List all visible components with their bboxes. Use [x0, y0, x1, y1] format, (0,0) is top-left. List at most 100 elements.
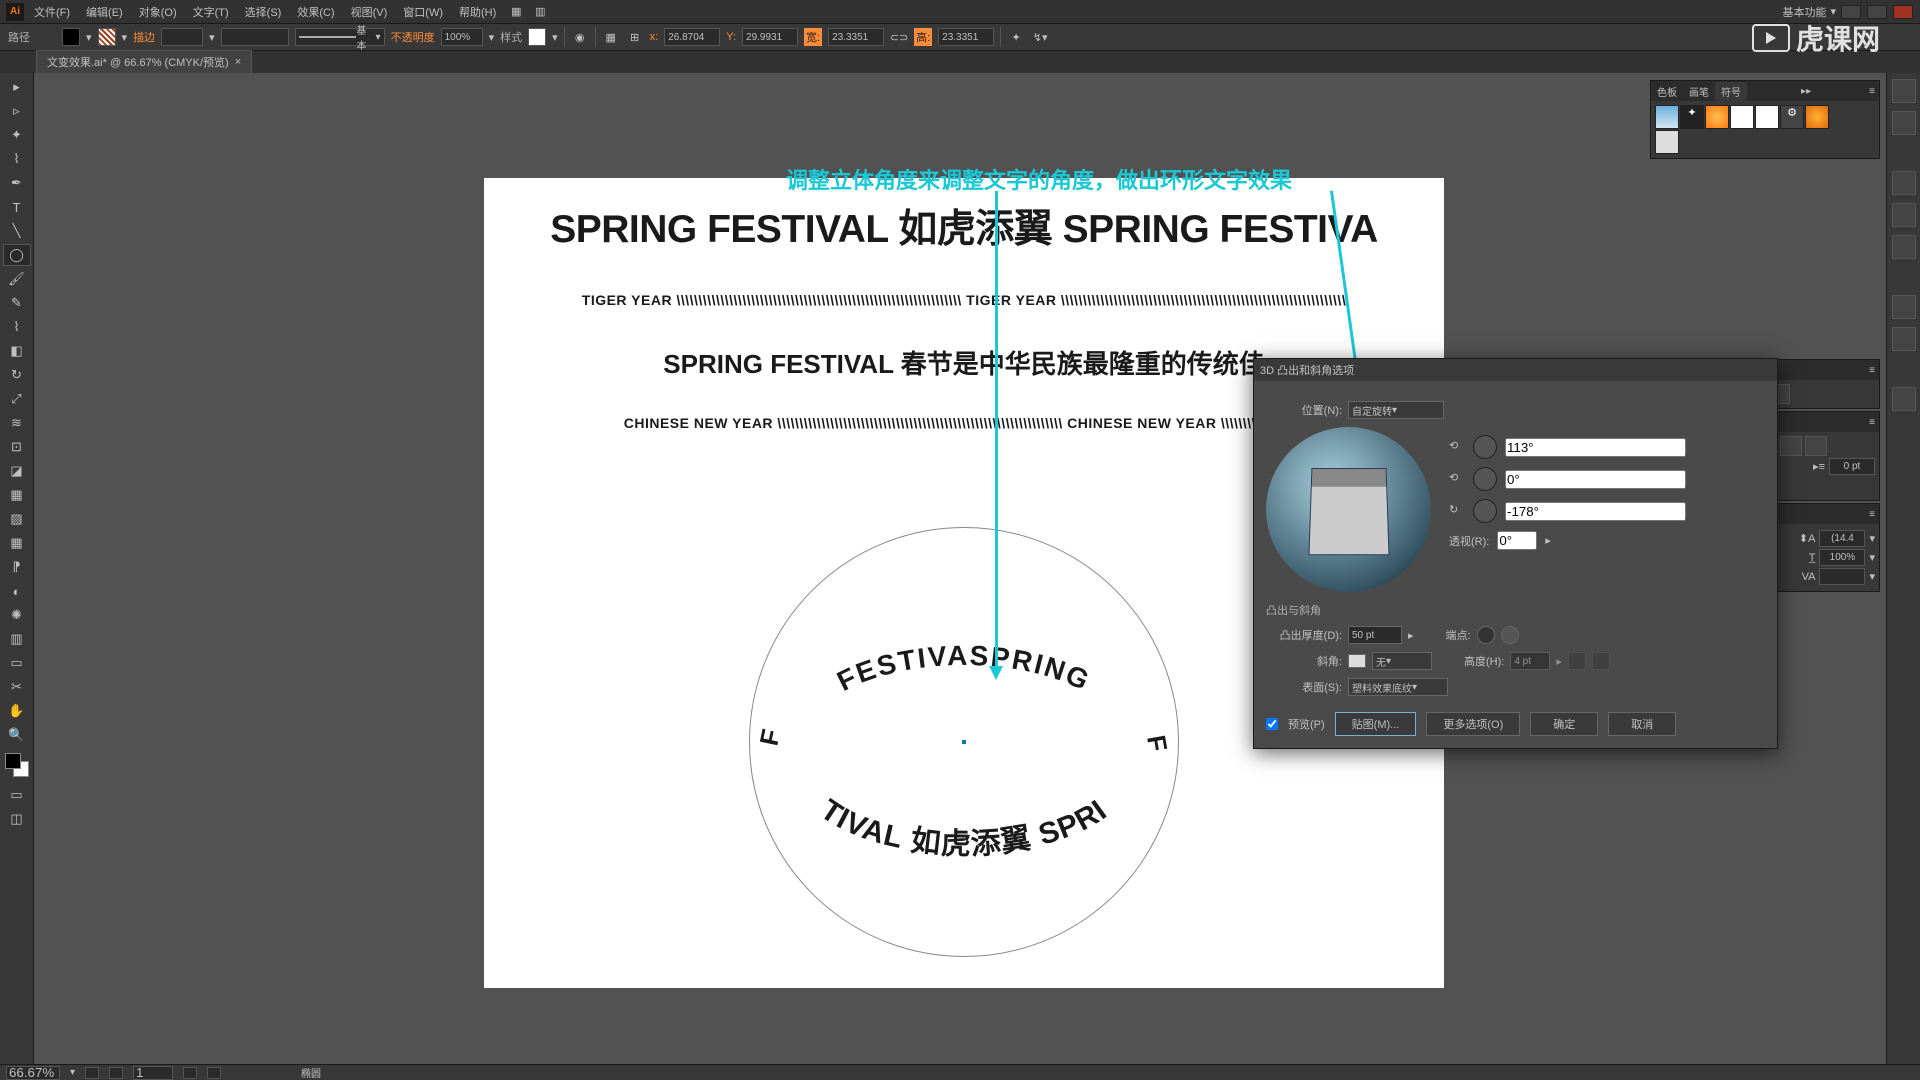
menu-help[interactable]: 帮助(H): [453, 2, 502, 22]
prev-artboard-button[interactable]: [109, 1067, 123, 1079]
fill-swatch[interactable]: [62, 28, 80, 46]
lasso-tool[interactable]: ⌇: [3, 148, 31, 170]
eyedropper-tool[interactable]: ⁋: [3, 556, 31, 578]
perspective-input[interactable]: [1497, 531, 1537, 550]
rotate-z-input[interactable]: [1505, 502, 1686, 521]
x-input[interactable]: [664, 28, 720, 46]
panel-collapse-icon[interactable]: ▸▸: [1797, 86, 1815, 97]
symbol-swatch[interactable]: [1705, 105, 1729, 129]
preview-checkbox[interactable]: [1266, 718, 1278, 730]
dock-layers-icon[interactable]: [1892, 387, 1916, 411]
column-graph-tool[interactable]: ▥: [3, 628, 31, 650]
opacity-dropdown-icon[interactable]: ▾: [489, 31, 495, 44]
draw-mode-tool[interactable]: ◫: [3, 808, 31, 830]
dialog-title[interactable]: 3D 凸出和斜角选项: [1254, 359, 1777, 381]
para-justify-all-icon[interactable]: [1805, 436, 1827, 456]
rotation-preview-cube[interactable]: [1308, 468, 1389, 555]
stepper-icon[interactable]: ▾: [1869, 551, 1875, 564]
stepper-icon[interactable]: ▾: [1869, 570, 1875, 583]
screen-mode-tool[interactable]: ▭: [3, 784, 31, 806]
menu-object[interactable]: 对象(O): [133, 2, 183, 22]
document-tab[interactable]: 文变效果.ai* @ 66.67% (CMYK/预览) ×: [36, 50, 252, 73]
eraser-tool[interactable]: ◧: [3, 340, 31, 362]
symbol-swatch[interactable]: [1655, 105, 1679, 129]
more-options-button[interactable]: 更多选项(O): [1426, 712, 1520, 736]
pen-tool[interactable]: ✒: [3, 172, 31, 194]
edit-icon[interactable]: ↯▾: [1031, 28, 1049, 46]
line-tool[interactable]: ╲: [3, 220, 31, 242]
blend-tool[interactable]: ◐: [3, 580, 31, 602]
menu-file[interactable]: 文件(F): [28, 2, 76, 22]
symbol-swatch[interactable]: ✦: [1680, 105, 1704, 129]
maximize-button[interactable]: [1867, 5, 1887, 19]
rotate-tool[interactable]: ↻: [3, 364, 31, 386]
stroke-swatch[interactable]: [98, 28, 116, 46]
perspective-tool[interactable]: ▦: [3, 484, 31, 506]
zoom-input[interactable]: [6, 1066, 60, 1080]
dock-transparency-icon[interactable]: [1892, 235, 1916, 259]
next-artboard-button[interactable]: [183, 1067, 197, 1079]
indent-right-input[interactable]: [1829, 458, 1875, 475]
type-tool[interactable]: T: [3, 196, 31, 218]
extrude-depth-input[interactable]: [1348, 626, 1402, 644]
opacity-label[interactable]: 不透明度: [391, 29, 435, 45]
stroke-label[interactable]: 描边: [133, 29, 155, 45]
menu-window[interactable]: 窗口(W): [397, 2, 449, 22]
ok-button[interactable]: 确定: [1530, 712, 1598, 736]
mesh-tool[interactable]: ▨: [3, 508, 31, 530]
pencil-tool[interactable]: ✎: [3, 292, 31, 314]
link-wh-icon[interactable]: ⊂⊃: [890, 28, 908, 46]
perspective-slider-icon[interactable]: ▸: [1545, 534, 1551, 547]
transform-icon[interactable]: ⊞: [626, 28, 644, 46]
brush-dropdown[interactable]: [221, 28, 289, 46]
scale-tool[interactable]: ⤢: [3, 388, 31, 410]
menu-type[interactable]: 文字(T): [187, 2, 235, 22]
search-icon[interactable]: ▾: [1830, 5, 1836, 18]
magic-wand-tool[interactable]: ✦: [3, 124, 31, 146]
rotate-y-input[interactable]: [1505, 470, 1686, 489]
rotation-preview-sphere[interactable]: [1266, 427, 1431, 592]
dock-graphic-styles-icon[interactable]: [1892, 327, 1916, 351]
dock-stroke-icon[interactable]: [1892, 171, 1916, 195]
extrude-slider-icon[interactable]: ▸: [1408, 629, 1414, 642]
blob-brush-tool[interactable]: ⌇: [3, 316, 31, 338]
symbol-swatch[interactable]: [1755, 105, 1779, 129]
artboard-tool[interactable]: ▭: [3, 652, 31, 674]
menu-effect[interactable]: 效果(C): [291, 2, 340, 22]
fill-color-icon[interactable]: [5, 753, 21, 769]
leading-input[interactable]: [1819, 530, 1865, 547]
bevel-dropdown[interactable]: 无 ▾: [1372, 652, 1432, 670]
menu-view[interactable]: 视图(V): [345, 2, 394, 22]
rotate-y-dial[interactable]: [1473, 467, 1497, 491]
close-tab-icon[interactable]: ×: [235, 56, 241, 68]
shape-builder-tool[interactable]: ◪: [3, 460, 31, 482]
swatches-tab[interactable]: 色板: [1651, 82, 1683, 101]
menu-select[interactable]: 选择(S): [239, 2, 288, 22]
tracking-input[interactable]: [1819, 568, 1865, 585]
dock-color-icon[interactable]: [1892, 79, 1916, 103]
panel-menu-icon[interactable]: ≡: [1865, 509, 1879, 520]
symbol-sprayer-tool[interactable]: ✺: [3, 604, 31, 626]
arrange-icon[interactable]: ▥: [530, 2, 550, 22]
y-input[interactable]: [742, 28, 798, 46]
hand-tool[interactable]: ✋: [3, 700, 31, 722]
surface-dropdown[interactable]: 塑料效果底纹 ▾: [1348, 678, 1448, 696]
h-input[interactable]: [938, 28, 994, 46]
brushes-tab[interactable]: 画笔: [1683, 82, 1715, 101]
position-dropdown[interactable]: 自定旋转 ▾: [1348, 401, 1444, 419]
fill-dropdown-icon[interactable]: ▾: [86, 31, 92, 44]
layout-icon[interactable]: ▦: [506, 2, 526, 22]
gradient-tool[interactable]: ▦: [3, 532, 31, 554]
symbols-tab[interactable]: 符号: [1715, 82, 1747, 101]
fill-stroke-swatches[interactable]: [5, 753, 29, 777]
paintbrush-tool[interactable]: 🖌: [3, 268, 31, 290]
symbol-swatch[interactable]: [1730, 105, 1754, 129]
stroke-stepper-icon[interactable]: ▾: [209, 31, 215, 44]
dock-color-guide-icon[interactable]: [1892, 111, 1916, 135]
dock-appearance-icon[interactable]: [1892, 295, 1916, 319]
stroke-dropdown-icon[interactable]: ▾: [122, 31, 128, 44]
free-transform-tool[interactable]: ⊡: [3, 436, 31, 458]
rotate-x-dial[interactable]: [1473, 435, 1497, 459]
last-artboard-button[interactable]: [207, 1067, 221, 1079]
first-artboard-button[interactable]: [85, 1067, 99, 1079]
